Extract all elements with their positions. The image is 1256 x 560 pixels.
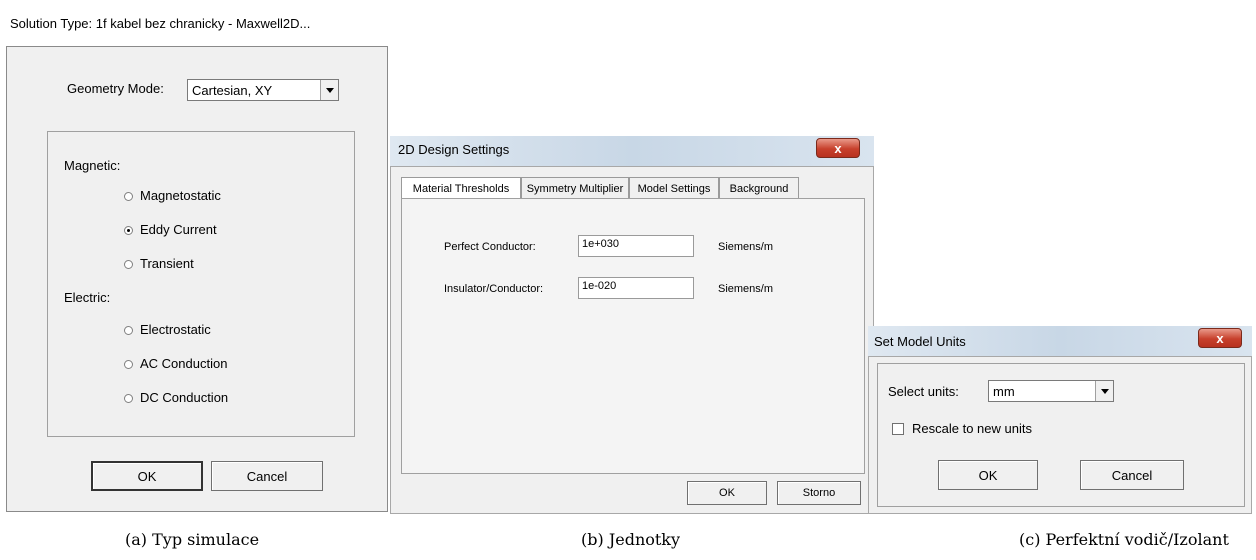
tab-symmetry-multiplier[interactable]: Symmetry Multiplier bbox=[521, 177, 629, 199]
dialog-body: Select units: mm Rescale to new units OK… bbox=[868, 356, 1252, 514]
tab-label: Model Settings bbox=[637, 182, 711, 195]
tab-strip: Material Thresholds Symmetry Multiplier … bbox=[401, 177, 861, 199]
units-select[interactable]: mm bbox=[988, 380, 1114, 402]
radio-list: Magnetostatic Eddy Current Transient Electr… bbox=[48, 132, 356, 438]
solver-group: Magnetic: Electric: Magnetostatic Eddy Cu… bbox=[47, 131, 355, 437]
close-icon: x bbox=[834, 140, 842, 156]
geometry-mode-value: Cartesian, XY bbox=[192, 82, 273, 98]
rescale-checkbox[interactable] bbox=[892, 423, 904, 435]
select-units-label: Select units: bbox=[888, 384, 959, 399]
tab-label: Material Thresholds bbox=[412, 182, 510, 195]
close-icon: x bbox=[1216, 330, 1224, 346]
tab-model-settings[interactable]: Model Settings bbox=[629, 177, 719, 199]
radio-icon[interactable] bbox=[124, 326, 133, 335]
ok-button[interactable]: OK bbox=[938, 460, 1038, 490]
cancel-label: Cancel bbox=[246, 468, 288, 484]
tab-label: Symmetry Multiplier bbox=[526, 182, 624, 195]
insulator-input[interactable]: 1e-020 bbox=[578, 277, 694, 299]
chevron-down-icon[interactable] bbox=[1095, 381, 1113, 401]
caption-c: (c) Perfektní vodič/Izolant bbox=[1019, 530, 1229, 549]
solution-type-dialog: Solution Type: 1f kabel bez chranicky - … bbox=[0, 0, 394, 514]
tab-label: Background bbox=[729, 182, 789, 195]
radio-label: Eddy Current bbox=[140, 222, 217, 237]
ok-label: OK bbox=[137, 468, 157, 484]
dialog-body: Material Thresholds Symmetry Multiplier … bbox=[390, 166, 874, 514]
ok-button[interactable]: OK bbox=[687, 481, 767, 505]
radio-option[interactable]: Eddy Current bbox=[124, 222, 324, 240]
radio-icon[interactable] bbox=[124, 192, 133, 201]
radio-icon[interactable] bbox=[124, 360, 133, 369]
radio-icon[interactable] bbox=[124, 260, 133, 269]
rescale-label: Rescale to new units bbox=[912, 421, 1032, 436]
chevron-down-icon[interactable] bbox=[320, 80, 338, 100]
design-settings-dialog: 2D Design Settings x Material Thresholds… bbox=[390, 136, 874, 514]
radio-label: AC Conduction bbox=[140, 356, 228, 371]
radio-option[interactable]: Electrostatic bbox=[124, 322, 324, 340]
insulator-label: Insulator/Conductor: bbox=[444, 283, 544, 295]
radio-option[interactable]: Magnetostatic bbox=[124, 188, 324, 206]
cancel-button[interactable]: Cancel bbox=[211, 461, 323, 491]
geometry-mode-label: Geometry Mode: bbox=[67, 81, 164, 96]
caption-b: (b) Jednotky bbox=[581, 530, 681, 549]
tab-material-thresholds[interactable]: Material Thresholds bbox=[401, 177, 521, 199]
set-model-units-dialog: Set Model Units x Select units: mm Resca… bbox=[868, 326, 1252, 514]
caption-a: (a) Typ simulace bbox=[125, 530, 260, 549]
dialog-title: Solution Type: 1f kabel bez chranicky - … bbox=[10, 16, 311, 31]
radio-icon[interactable] bbox=[124, 394, 133, 403]
close-button[interactable]: x bbox=[1198, 328, 1242, 348]
storno-button[interactable]: Storno bbox=[777, 481, 861, 505]
units-panel: Select units: mm Rescale to new units OK… bbox=[877, 363, 1245, 507]
tab-background[interactable]: Background bbox=[719, 177, 799, 199]
ok-button[interactable]: OK bbox=[91, 461, 203, 491]
dialog-title: 2D Design Settings bbox=[398, 142, 510, 157]
radio-label: DC Conduction bbox=[140, 390, 229, 405]
radio-label: Transient bbox=[140, 256, 194, 271]
dialog-title: Set Model Units bbox=[874, 334, 966, 349]
ok-label: OK bbox=[978, 467, 998, 483]
ok-label: OK bbox=[719, 487, 735, 499]
units-value: mm bbox=[993, 383, 1015, 399]
geometry-mode-select[interactable]: Cartesian, XY bbox=[187, 79, 339, 101]
cancel-label: Cancel bbox=[1111, 467, 1153, 483]
perfect-conductor-unit: Siemens/m bbox=[718, 241, 774, 253]
perfect-conductor-label: Perfect Conductor: bbox=[444, 241, 536, 253]
radio-option[interactable]: AC Conduction bbox=[124, 356, 324, 374]
tab-panel: Perfect Conductor: 1e+030 Siemens/m Insu… bbox=[401, 198, 865, 474]
storno-label: Storno bbox=[802, 487, 836, 499]
close-button[interactable]: x bbox=[816, 138, 860, 158]
dialog-body: Geometry Mode: Cartesian, XY Magnetic: E… bbox=[6, 46, 388, 512]
cancel-button[interactable]: Cancel bbox=[1080, 460, 1184, 490]
radio-label: Magnetostatic bbox=[140, 188, 221, 203]
perfect-conductor-input[interactable]: 1e+030 bbox=[578, 235, 694, 257]
radio-option[interactable]: DC Conduction bbox=[124, 390, 324, 408]
radio-label: Electrostatic bbox=[140, 322, 211, 337]
radio-option[interactable]: Transient bbox=[124, 256, 324, 274]
radio-checked-icon[interactable] bbox=[124, 226, 133, 235]
insulator-unit: Siemens/m bbox=[718, 283, 774, 295]
